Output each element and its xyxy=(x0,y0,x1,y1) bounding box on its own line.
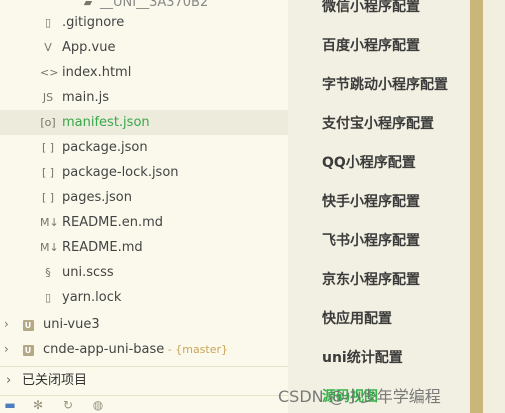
config-menu-item[interactable]: QQ小程序配置 xyxy=(322,152,416,172)
markdown-file-icon: M↓ xyxy=(40,216,59,229)
html-file-icon: <> xyxy=(40,66,59,79)
scrollbar[interactable] xyxy=(470,0,483,413)
chevron-right-icon[interactable]: › xyxy=(4,312,14,337)
tree-file-label: package.json xyxy=(62,140,148,155)
tree-file-label: README.en.md xyxy=(62,215,163,230)
manifest-config-menu: 微信小程序配置百度小程序配置字节跳动小程序配置 支付宝小程序配置 QQ小程序配置 快手… xyxy=(288,0,470,413)
tree-file-item[interactable]: V App.vue xyxy=(0,35,288,60)
project-name: cnde-app-uni-base xyxy=(43,342,165,357)
vue-file-icon: V xyxy=(44,41,52,54)
tree-file-item[interactable]: ▯ yarn.lock xyxy=(0,285,288,310)
folder-icon[interactable]: ▬ xyxy=(2,397,18,413)
file-icon: ▯ xyxy=(44,291,52,304)
uni-project-icon: U xyxy=(20,312,36,337)
tree-file-item[interactable]: <> index.html xyxy=(0,60,288,85)
chevron-right-icon: › xyxy=(6,373,12,388)
markdown-file-icon: M↓ xyxy=(40,241,59,254)
tree-file-label: .gitignore xyxy=(62,15,125,30)
tree-file-label: App.vue xyxy=(62,40,116,55)
uni-badge-icon: U xyxy=(22,345,34,356)
tree-project-label: cnde-app-uni-base - {master} xyxy=(43,337,228,362)
config-menu-item[interactable]: 快应用配置 xyxy=(322,308,392,328)
tree-file-label: main.js xyxy=(62,90,109,105)
bug-icon[interactable]: ✻ xyxy=(30,397,46,413)
git-branch-label: - {master} xyxy=(164,343,229,356)
config-menu-item[interactable]: 飞书小程序配置 xyxy=(322,230,420,250)
closed-projects-section[interactable]: › 已关闭项目 xyxy=(0,366,288,395)
config-menu-item[interactable]: 字节跳动小程序配置 xyxy=(322,74,448,94)
json-file-icon: [ ] xyxy=(41,141,55,154)
tree-file-item[interactable]: [ ] pages.json xyxy=(0,185,288,210)
tree-file-item[interactable]: [ ] package.json xyxy=(0,135,288,160)
chevron-right-icon[interactable]: › xyxy=(4,337,14,362)
config-menu-item[interactable]: 百度小程序配置 xyxy=(322,35,420,55)
config-menu-item[interactable]: 京东小程序配置 xyxy=(322,269,420,289)
closed-projects-label: 已关闭项目 xyxy=(22,373,88,388)
tree-file-label: yarn.lock xyxy=(62,290,122,305)
config-menu-item[interactable]: 快手小程序配置 xyxy=(322,191,420,211)
tree-file-label: manifest.json xyxy=(62,115,150,130)
tree-file-item[interactable]: ▯ .gitignore xyxy=(0,10,288,35)
scss-file-icon: § xyxy=(45,266,51,279)
project-name: uni-vue3 xyxy=(43,317,100,332)
explorer-status-bar: ▬ ✻ ↻ ◍ xyxy=(0,395,288,413)
json-file-icon: [ ] xyxy=(41,191,55,204)
tree-file-label: README.md xyxy=(62,240,143,255)
tree-project-label: uni-vue3 xyxy=(43,312,100,337)
tree-file-label: index.html xyxy=(62,65,132,80)
tree-file-label: uni.scss xyxy=(62,265,114,280)
json-file-icon: [o] xyxy=(40,116,56,129)
tree-file-item[interactable]: M↓ README.en.md xyxy=(0,210,288,235)
uni-badge-icon: U xyxy=(22,320,34,331)
json-file-icon: [ ] xyxy=(41,166,55,179)
config-menu-item[interactable]: 微信小程序配置 xyxy=(322,0,420,16)
tree-file-item[interactable]: [o] manifest.json xyxy=(0,110,288,135)
refresh-icon[interactable]: ↻ xyxy=(60,397,76,413)
tree-project-item[interactable]: › Ucnde-app-uni-base - {master} xyxy=(0,337,288,362)
config-menu-item[interactable]: uni统计配置 xyxy=(322,347,403,367)
tree-file-item[interactable]: [ ] package-lock.json xyxy=(0,160,288,185)
file-icon: ▯ xyxy=(44,16,52,29)
tree-file-item[interactable]: M↓ README.md xyxy=(0,235,288,260)
project-explorer: ▰ __UNI__3A370B2 ▯ .gitignore V App.vue <> in… xyxy=(0,0,288,413)
uni-project-icon: U xyxy=(20,337,36,362)
config-menu-item[interactable]: 支付宝小程序配置 xyxy=(322,113,434,133)
tree-file-item[interactable]: § uni.scss xyxy=(0,260,288,285)
tree-file-item[interactable]: JS main.js xyxy=(0,85,288,110)
globe-icon[interactable]: ◍ xyxy=(90,397,106,413)
tree-file-label: package-lock.json xyxy=(62,165,179,180)
tree-project-item[interactable]: › Uuni-vue3 xyxy=(0,312,288,337)
editor-edge xyxy=(483,0,505,413)
tree-file-label: pages.json xyxy=(62,190,132,205)
js-file-icon: JS xyxy=(42,91,54,104)
watermark-text: CSDN @小少年学编程 xyxy=(278,387,441,406)
